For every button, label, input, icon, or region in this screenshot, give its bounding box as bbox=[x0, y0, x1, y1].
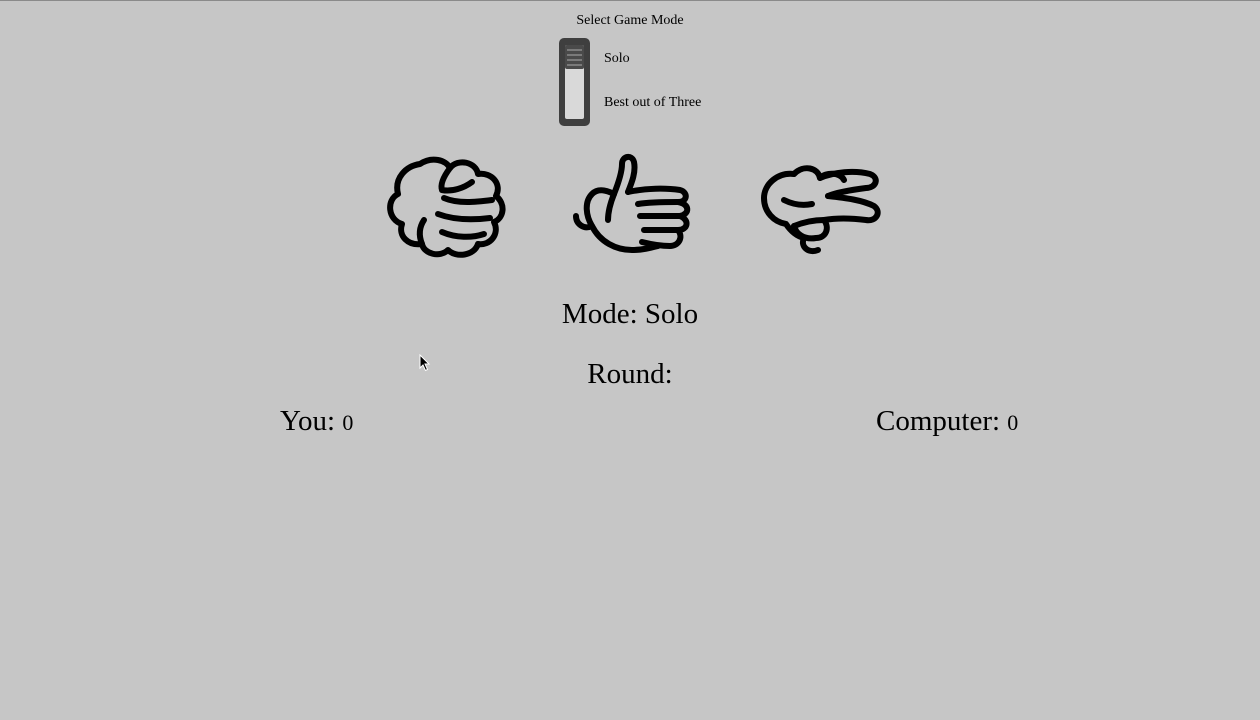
player-score-value: 0 bbox=[342, 410, 354, 435]
computer-score-label: Computer: bbox=[876, 405, 1001, 437]
mode-status: Mode: Solo bbox=[0, 298, 1260, 331]
mode-option-solo[interactable]: Solo bbox=[604, 51, 630, 67]
paper-button[interactable] bbox=[566, 150, 696, 262]
scissors-hand-icon bbox=[761, 165, 881, 254]
computer-score-value: 0 bbox=[1007, 410, 1019, 435]
round-status: Round: bbox=[0, 358, 1260, 391]
window-top-border bbox=[0, 0, 1260, 1]
scissors-button[interactable] bbox=[754, 150, 884, 262]
player-score-label: You: bbox=[280, 405, 336, 437]
computer-score: Computer: 0 bbox=[876, 405, 1018, 438]
player-score: You: 0 bbox=[280, 405, 353, 438]
mode-value: Solo bbox=[644, 298, 699, 330]
rock-hand-icon bbox=[387, 156, 506, 258]
select-mode-title: Select Game Mode bbox=[576, 13, 684, 28]
round-label: Round: bbox=[587, 358, 673, 390]
mouse-pointer-icon bbox=[419, 354, 431, 372]
paper-hand-icon bbox=[573, 154, 691, 253]
mode-toggle-switch[interactable] bbox=[559, 38, 590, 126]
mode-option-best-of-three[interactable]: Best out of Three bbox=[604, 95, 701, 111]
switch-knob[interactable] bbox=[565, 45, 584, 69]
rock-button[interactable] bbox=[380, 150, 510, 262]
mode-label: Mode: bbox=[561, 298, 638, 330]
